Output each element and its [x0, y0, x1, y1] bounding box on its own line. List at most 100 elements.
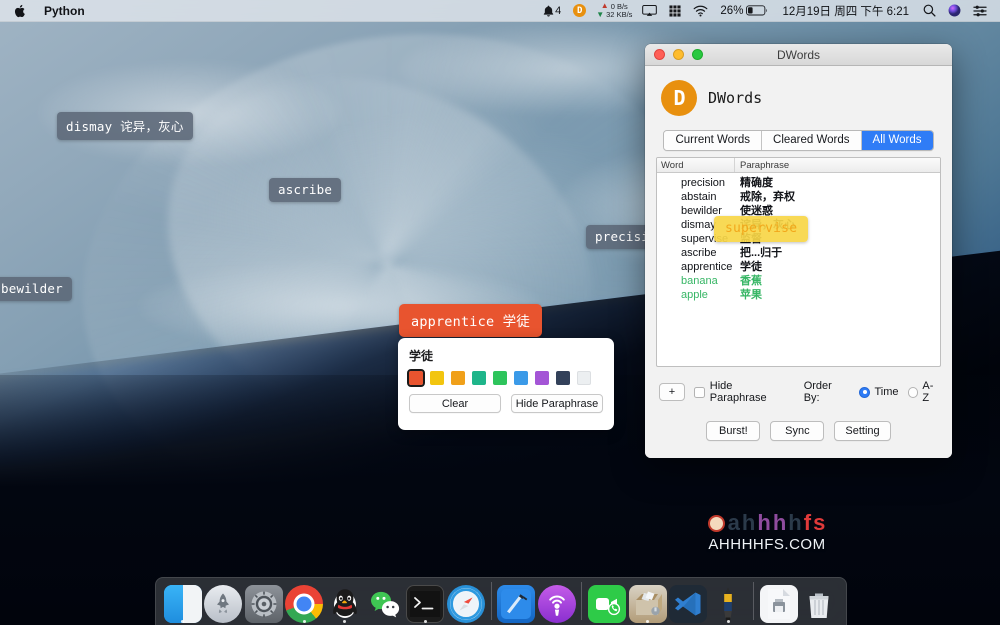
color-swatch-row[interactable]: [409, 371, 603, 385]
add-word-button[interactable]: +: [659, 383, 685, 401]
column-header-paraphrase[interactable]: Paraphrase: [735, 158, 940, 172]
color-swatch-orange[interactable]: [451, 371, 465, 385]
watermark-char: f: [804, 512, 812, 534]
dock-item-trash[interactable]: [800, 581, 839, 623]
dock-item-archive-utility[interactable]: [628, 581, 667, 623]
tab-cleared-words[interactable]: Cleared Words: [762, 131, 862, 150]
menubar-app-name[interactable]: Python: [36, 4, 93, 18]
tab-current-words[interactable]: Current Words: [664, 131, 762, 150]
dock-item-podcasts[interactable]: [537, 581, 576, 623]
hide-paraphrase-checkbox[interactable]: [694, 387, 705, 398]
dwords-logo-icon: D: [661, 80, 697, 116]
paraphrase-cell: 苹果: [735, 288, 940, 302]
color-swatch-navy[interactable]: [556, 371, 570, 385]
word-color-popup[interactable]: 学徒 Clear Hide Paraphrase: [398, 338, 614, 430]
word-list-row[interactable]: ascribe把...归于: [657, 246, 940, 260]
network-speed-indicator[interactable]: ▲ 0 B/s ▼ 32 KB/s: [592, 0, 636, 22]
sync-button[interactable]: Sync: [770, 421, 824, 441]
terminal-icon[interactable]: [406, 585, 444, 623]
color-swatch-blue[interactable]: [514, 371, 528, 385]
dock-item-sketch-pen[interactable]: [709, 581, 748, 623]
dock-item-launchpad[interactable]: [203, 581, 242, 623]
window-footer-buttons[interactable]: Burst! Sync Setting: [645, 404, 952, 441]
floating-word-dismay[interactable]: dismay 诧异，灰心: [57, 112, 193, 140]
dock-item-documents-folder[interactable]: [759, 581, 798, 623]
maximize-window-button[interactable]: [692, 49, 703, 60]
order-by-az-radio[interactable]: [908, 387, 919, 398]
tab-all-words[interactable]: All Words: [862, 131, 933, 150]
google-chrome-icon[interactable]: [285, 585, 323, 623]
floating-word-apprentice[interactable]: apprentice 学徒: [399, 304, 542, 337]
dock-item-google-chrome[interactable]: [284, 581, 323, 623]
word-list-panel[interactable]: Word Paraphrase precision精确度abstain戒除，弃权…: [656, 157, 941, 367]
battery-icon: [746, 5, 768, 16]
floating-word-supervise[interactable]: supervise: [714, 216, 808, 242]
keyboard-input-icon[interactable]: [663, 0, 687, 22]
tab-bar[interactable]: Current WordsCleared WordsAll Words: [663, 130, 933, 151]
color-swatch-red-orange[interactable]: [409, 371, 423, 385]
order-by-time-option[interactable]: Time: [859, 386, 898, 398]
dock-item-terminal[interactable]: [406, 581, 445, 623]
color-swatch-purple[interactable]: [535, 371, 549, 385]
safari-icon[interactable]: [447, 585, 485, 623]
documents-folder-icon[interactable]: [760, 585, 798, 623]
system-preferences-icon[interactable]: [245, 585, 283, 623]
dock-item-qq[interactable]: [325, 581, 364, 623]
clear-button[interactable]: Clear: [409, 394, 501, 413]
wifi-icon[interactable]: [687, 0, 714, 22]
control-center-icon[interactable]: [967, 0, 993, 22]
word-list-rows[interactable]: precision精确度abstain戒除，弃权bewilder使迷惑disma…: [657, 173, 940, 366]
close-window-button[interactable]: [654, 49, 665, 60]
dock-item-finder[interactable]: [163, 581, 202, 623]
dwords-app-window[interactable]: DWords D DWords Current WordsCleared Wor…: [645, 44, 952, 458]
dock-item-visual-studio-code[interactable]: [668, 581, 707, 623]
window-traffic-lights[interactable]: [645, 49, 703, 60]
apple-logo-icon[interactable]: [7, 4, 36, 18]
facetime-icon[interactable]: [588, 585, 626, 623]
battery-percent: 26%: [720, 5, 743, 17]
order-by-time-radio[interactable]: [859, 387, 870, 398]
dwords-menubar-icon[interactable]: D: [567, 0, 592, 22]
hide-paraphrase-button[interactable]: Hide Paraphrase: [511, 394, 603, 413]
finder-icon[interactable]: [164, 585, 202, 623]
window-titlebar[interactable]: DWords: [645, 44, 952, 66]
hide-paraphrase-checkbox-wrap[interactable]: Hide Paraphrase: [694, 380, 792, 404]
word-list-row[interactable]: precision精确度: [657, 176, 940, 190]
minimize-window-button[interactable]: [673, 49, 684, 60]
color-swatch-light-gray[interactable]: [577, 371, 591, 385]
burst-button[interactable]: Burst!: [706, 421, 760, 441]
word-list-row[interactable]: apprentice学徒: [657, 260, 940, 274]
siri-icon[interactable]: [942, 0, 967, 22]
spotlight-search-icon[interactable]: [917, 0, 942, 22]
trash-icon[interactable]: [800, 585, 838, 623]
wechat-icon[interactable]: [366, 585, 404, 623]
order-by-az-option[interactable]: A-Z: [908, 380, 941, 404]
visual-studio-code-icon[interactable]: [669, 585, 707, 623]
word-list-row[interactable]: banana香蕉: [657, 274, 940, 288]
menubar-datetime[interactable]: 12月19日 周四 下午 6:21: [774, 3, 917, 19]
dock-item-wechat[interactable]: [365, 581, 404, 623]
sketch-pen-icon[interactable]: [709, 585, 747, 623]
floating-word-bewilder[interactable]: bewilder: [0, 277, 72, 301]
word-list-row[interactable]: abstain戒除，弃权: [657, 190, 940, 204]
bell-icon[interactable]: 4: [537, 0, 567, 22]
color-swatch-teal[interactable]: [472, 371, 486, 385]
dock-item-safari[interactable]: [446, 581, 485, 623]
battery-status[interactable]: 26%: [714, 0, 774, 22]
color-swatch-yellow[interactable]: [430, 371, 444, 385]
color-swatch-green[interactable]: [493, 371, 507, 385]
xcode-icon[interactable]: [497, 585, 535, 623]
archive-utility-icon[interactable]: [629, 585, 667, 623]
column-header-word[interactable]: Word: [657, 158, 735, 172]
podcasts-icon[interactable]: [538, 585, 576, 623]
dock-item-system-preferences[interactable]: [244, 581, 283, 623]
dock-item-facetime[interactable]: [587, 581, 626, 623]
setting-button[interactable]: Setting: [834, 421, 890, 441]
word-list-row[interactable]: apple苹果: [657, 288, 940, 302]
floating-word-ascribe[interactable]: ascribe: [269, 178, 341, 202]
airplay-icon[interactable]: [636, 0, 663, 22]
macos-dock[interactable]: [155, 577, 847, 625]
launchpad-icon[interactable]: [204, 585, 242, 623]
qq-icon[interactable]: [326, 585, 364, 623]
dock-item-xcode[interactable]: [497, 581, 536, 623]
